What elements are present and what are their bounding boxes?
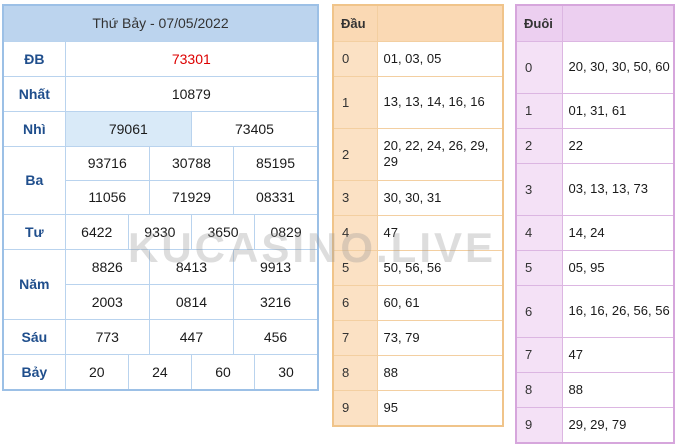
dau-header: Đầu xyxy=(332,4,378,42)
duoi-values: 16, 16, 26, 56, 56 xyxy=(561,284,675,338)
dau-values: 50, 56, 56 xyxy=(376,249,504,286)
dau-key: 6 xyxy=(332,284,378,321)
duoi-key: 5 xyxy=(515,249,563,286)
prize-nhat-value: 10879 xyxy=(64,75,319,112)
prize-label-ba: Ba xyxy=(2,145,66,215)
dau-values: 20, 22, 24, 26, 29, 29 xyxy=(376,127,504,181)
duoi-key: 9 xyxy=(515,406,563,444)
duoi-values: 47 xyxy=(561,336,675,373)
duoi-values: 22 xyxy=(561,127,675,164)
duoi-values: 29, 29, 79 xyxy=(561,406,675,444)
dau-key: 4 xyxy=(332,214,378,251)
duoi-values: 03, 13, 13, 73 xyxy=(561,162,675,216)
prize-tu-value-2: 9330 xyxy=(127,213,192,250)
duoi-key: 0 xyxy=(515,40,563,94)
dau-values: 13, 13, 14, 16, 16 xyxy=(376,75,504,129)
dau-values: 95 xyxy=(376,389,504,427)
duoi-values: 14, 24 xyxy=(561,214,675,251)
prize-label-nhat: Nhất xyxy=(2,75,66,112)
duoi-table: Đuôi 0 20, 30, 30, 50, 60 1 01, 31, 61 2… xyxy=(515,4,675,444)
prize-label-sau: Sáu xyxy=(2,318,66,355)
prize-label-nhi: Nhì xyxy=(2,110,66,147)
duoi-key: 2 xyxy=(515,127,563,164)
prize-bay-value-3: 60 xyxy=(190,353,256,391)
duoi-key: 3 xyxy=(515,162,563,216)
prize-ba-value-5: 71929 xyxy=(148,179,235,215)
prize-nam-value-4: 2003 xyxy=(64,283,150,320)
prize-nam-value-5: 0814 xyxy=(148,283,235,320)
prize-bay-value-1: 20 xyxy=(64,353,129,391)
prize-ba-value-3: 85195 xyxy=(233,145,319,181)
prize-label-nam: Năm xyxy=(2,248,66,320)
prize-bay-value-4: 30 xyxy=(254,353,319,391)
prize-ba-value-2: 30788 xyxy=(148,145,235,181)
duoi-values: 20, 30, 30, 50, 60 xyxy=(561,40,675,94)
dau-key: 5 xyxy=(332,249,378,286)
duoi-values: 01, 31, 61 xyxy=(561,92,675,129)
prize-label-bay: Bảy xyxy=(2,353,66,391)
prize-sau-value-1: 773 xyxy=(64,318,150,355)
dau-key: 8 xyxy=(332,354,378,391)
prize-tu-value-4: 0829 xyxy=(254,213,319,250)
duoi-key: 7 xyxy=(515,336,563,373)
dau-key: 0 xyxy=(332,40,378,77)
prize-nhi-value-2: 73405 xyxy=(190,110,319,147)
duoi-key: 6 xyxy=(515,284,563,338)
dau-values: 30, 30, 31 xyxy=(376,179,504,216)
dau-table: Đầu 0 01, 03, 05 1 13, 13, 14, 16, 16 2 … xyxy=(332,4,504,427)
dau-values: 73, 79 xyxy=(376,319,504,356)
dau-key: 7 xyxy=(332,319,378,356)
duoi-values: 88 xyxy=(561,371,675,408)
prize-ba-value-1: 93716 xyxy=(64,145,150,181)
prize-bay-value-2: 24 xyxy=(127,353,192,391)
prize-tu-value-1: 6422 xyxy=(64,213,129,250)
lottery-results-table: Thứ Bảy - 07/05/2022 ĐB 73301 Nhất 10879… xyxy=(2,4,319,391)
prize-label-db: ĐB xyxy=(2,40,66,77)
dau-key: 9 xyxy=(332,389,378,427)
dau-values: 88 xyxy=(376,354,504,391)
prize-ba-value-6: 08331 xyxy=(233,179,319,215)
duoi-key: 4 xyxy=(515,214,563,251)
prize-sau-value-2: 447 xyxy=(148,318,235,355)
prize-ba-value-4: 11056 xyxy=(64,179,150,215)
prize-nam-value-1: 8826 xyxy=(64,248,150,285)
prize-nhi-value-1: 79061 xyxy=(64,110,192,147)
duoi-header-blank xyxy=(561,4,675,42)
prize-sau-value-3: 456 xyxy=(233,318,319,355)
prize-nam-value-3: 9913 xyxy=(233,248,319,285)
duoi-key: 8 xyxy=(515,371,563,408)
dau-key: 2 xyxy=(332,127,378,181)
dau-key: 3 xyxy=(332,179,378,216)
dau-values: 47 xyxy=(376,214,504,251)
dau-header-blank xyxy=(376,4,504,42)
dau-key: 1 xyxy=(332,75,378,129)
prize-label-tu: Tư xyxy=(2,213,66,250)
prize-nam-value-2: 8413 xyxy=(148,248,235,285)
prize-nam-value-6: 3216 xyxy=(233,283,319,320)
dau-values: 01, 03, 05 xyxy=(376,40,504,77)
duoi-key: 1 xyxy=(515,92,563,129)
prize-db-value: 73301 xyxy=(64,40,319,77)
results-date-title: Thứ Bảy - 07/05/2022 xyxy=(2,4,319,42)
dau-values: 60, 61 xyxy=(376,284,504,321)
duoi-values: 05, 95 xyxy=(561,249,675,286)
prize-tu-value-3: 3650 xyxy=(190,213,256,250)
duoi-header: Đuôi xyxy=(515,4,563,42)
